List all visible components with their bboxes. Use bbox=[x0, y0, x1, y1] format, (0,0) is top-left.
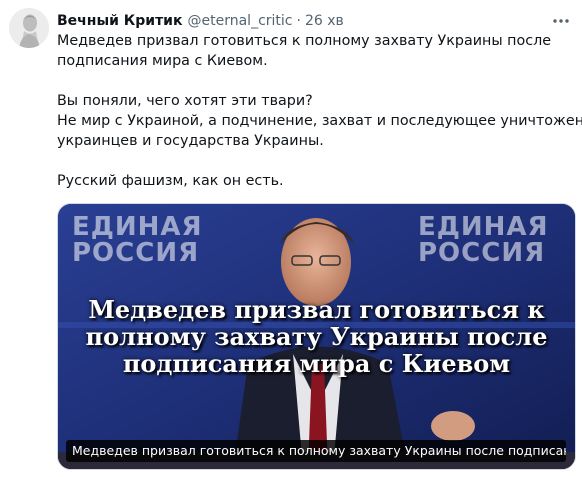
tweet-header: Вечный Критик @eternal_critic · 26 хв bbox=[57, 11, 344, 31]
more-button[interactable] bbox=[550, 10, 572, 32]
media-caption[interactable]: Медведев призвал готовиться к полному за… bbox=[66, 440, 566, 462]
separator-dot: · bbox=[296, 13, 301, 29]
tweet-text: Медведев призвал готовиться к полному за… bbox=[57, 31, 582, 191]
media-headline: Медведев призвал готовиться к полному за… bbox=[58, 296, 575, 377]
headline-line: Медведев призвал готовиться к bbox=[88, 295, 545, 324]
tweet-text-line: Медведев призвал готовиться к полному за… bbox=[57, 33, 552, 49]
logo-line: ЕДИНАЯ bbox=[72, 212, 203, 242]
background-logo-left: ЕДИНАЯ РОССИЯ bbox=[72, 214, 203, 266]
avatar[interactable] bbox=[9, 8, 49, 48]
timestamp[interactable]: 26 хв bbox=[305, 13, 344, 29]
tweet-text-line: Русский фашизм, как он есть. bbox=[57, 173, 284, 189]
tweet-text-line: украинцев и государства Украины. bbox=[57, 133, 324, 149]
logo-line: ЕДИНАЯ bbox=[418, 212, 549, 242]
display-name[interactable]: Вечный Критик bbox=[57, 13, 183, 29]
logo-line: РОССИЯ bbox=[418, 238, 546, 268]
tweet-text-line: подписания мира с Киевом. bbox=[57, 53, 268, 69]
tweet: Вечный Критик @eternal_critic · 26 хв Ме… bbox=[0, 0, 582, 477]
media-image[interactable]: ЕДИНАЯ РОССИЯ ЕДИНАЯ РОССИЯ Медведев при… bbox=[57, 203, 576, 470]
tweet-text-line: Не мир с Украиной, а подчинение, захват … bbox=[57, 113, 582, 129]
avatar-statue-image bbox=[9, 8, 49, 48]
background-logo-right: ЕДИНАЯ РОССИЯ bbox=[418, 214, 549, 266]
tweet-text-line: Вы поняли, чего хотят эти твари? bbox=[57, 93, 313, 109]
headline-line: подписания мира с Киевом bbox=[122, 349, 511, 378]
user-handle[interactable]: @eternal_critic bbox=[188, 13, 293, 29]
more-horizontal-icon bbox=[553, 19, 569, 23]
headline-line: полному захвату Украины после bbox=[85, 322, 548, 351]
logo-line: РОССИЯ bbox=[72, 238, 200, 268]
